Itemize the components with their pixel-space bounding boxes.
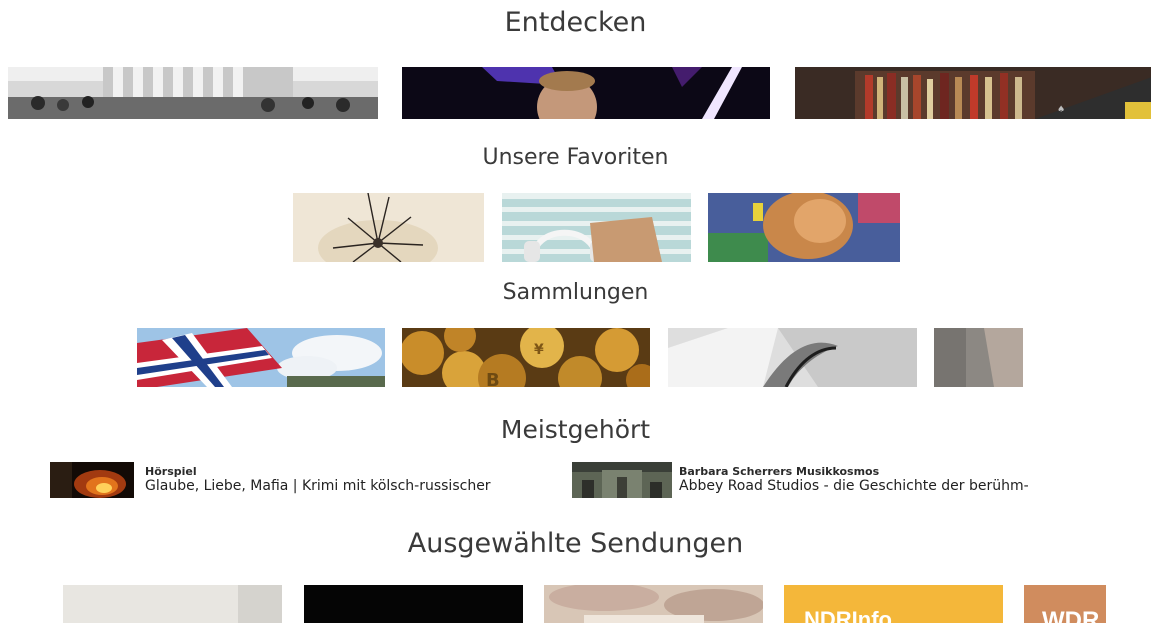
sammlungen-tile-3[interactable]: [668, 328, 917, 387]
sammlungen-tile-1[interactable]: [137, 328, 385, 387]
favoriten-tile-2[interactable]: [502, 193, 691, 262]
meistgehoert-item-2-title[interactable]: Abbey Road Studios - die Geschichte der …: [679, 478, 1149, 495]
meistgehoert-item-1-kicker: Hörspiel: [145, 465, 197, 478]
section-title-ausgewaehlt: Ausgewählte Sendungen: [407, 528, 744, 559]
section-title-meistgehoert: Meistgehört: [500, 415, 651, 444]
favoriten-tile-3[interactable]: [708, 193, 900, 262]
svg-text:¥: ¥: [534, 342, 544, 358]
sendung-tile-ndrinfo[interactable]: NDRInfo: [784, 585, 1003, 623]
meistgehoert-item-2-thumbnail: [572, 462, 672, 498]
sammlungen-tile-4[interactable]: [934, 328, 1023, 387]
section-title-entdecken: Entdecken: [504, 7, 647, 38]
section-title-favoriten: Unsere Favoriten: [482, 145, 669, 170]
entdecken-tile-1[interactable]: [8, 67, 378, 119]
sendung-tile-3[interactable]: [544, 585, 763, 623]
svg-text:♠: ♠: [1057, 105, 1065, 115]
favoriten-tile-1[interactable]: [293, 193, 484, 262]
sendung-tile-2[interactable]: [304, 585, 523, 623]
meistgehoert-item-1-title[interactable]: Glaube, Liebe, Mafia | Krimi mit kölsch-…: [145, 478, 615, 495]
meistgehoert-item-1[interactable]: Hörspiel Glaube, Liebe, Mafia | Krimi mi…: [50, 462, 615, 498]
section-title-sammlungen: Sammlungen: [502, 280, 649, 305]
meistgehoert-item-2[interactable]: Barbara Scherrers Musikkosmos Abbey Road…: [572, 462, 1132, 498]
svg-text:B: B: [486, 370, 500, 387]
entdecken-tile-2[interactable]: [402, 67, 770, 119]
meistgehoert-item-2-kicker: Barbara Scherrers Musikkosmos: [679, 465, 880, 478]
sendung-tile-1[interactable]: [63, 585, 282, 623]
meistgehoert-item-1-thumbnail: [50, 462, 134, 498]
entdecken-tile-3[interactable]: ♠: [795, 67, 1151, 119]
sammlungen-tile-2[interactable]: B ¥: [402, 328, 650, 387]
ndrinfo-logo: NDRInfo: [804, 607, 892, 623]
sendung-tile-wdr[interactable]: WDR: [1024, 585, 1106, 623]
wdr-logo: WDR: [1042, 607, 1100, 623]
